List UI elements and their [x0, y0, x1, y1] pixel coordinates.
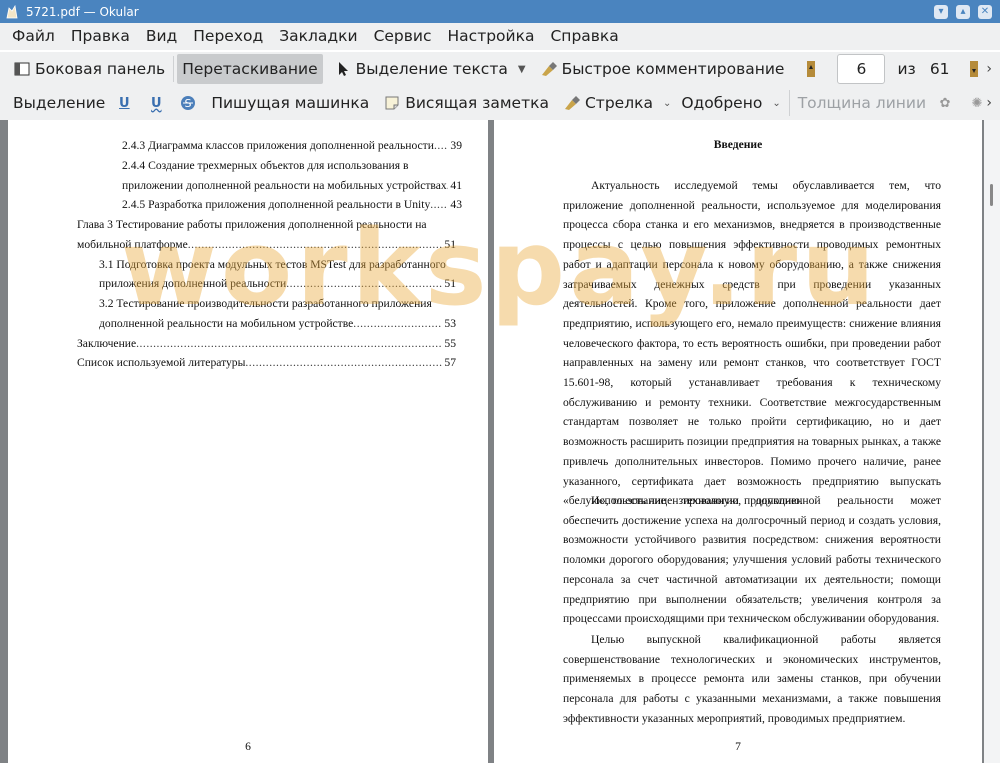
page-of-label: из — [897, 60, 916, 78]
main-toolbar: Боковая панель Перетаскивание Выделение … — [0, 52, 1000, 86]
browse-tool-label: Перетаскивание — [182, 60, 318, 78]
menu-tools[interactable]: Сервис — [366, 23, 440, 50]
chevron-down-icon[interactable]: ⌄ — [772, 98, 780, 109]
line-width-label: Толщина линии — [797, 94, 927, 112]
sidebar-label: Боковая панель — [35, 60, 166, 78]
stamp-button[interactable]: Одобрено ⌄ — [676, 88, 785, 118]
menu-help[interactable]: Справка — [542, 23, 626, 50]
menu-file[interactable]: Файл — [0, 23, 63, 50]
toc-entry[interactable]: мобильной платформе51 — [77, 238, 456, 252]
page-number-input[interactable]: 6 — [837, 54, 886, 84]
sticky-note-icon — [383, 94, 401, 112]
annotation-toolbar: Выделение U U S Пишущая машинка Висящая … — [0, 86, 1000, 120]
opacity-icon: ✺ — [971, 95, 983, 111]
toc-entry[interactable]: Заключение55 — [77, 337, 456, 351]
menu-go[interactable]: Переход — [185, 23, 271, 50]
chevron-down-icon[interactable]: ⌄ — [663, 98, 671, 109]
paragraph: Целью выпускной квалификационной работы … — [563, 633, 941, 725]
sticky-note-label: Висящая заметка — [405, 94, 549, 112]
scrollbar-thumb[interactable] — [990, 184, 993, 206]
document-view[interactable]: 2.4.3 Диаграмма классов приложения допол… — [0, 120, 1000, 763]
close-icon[interactable]: ✕ — [978, 4, 992, 19]
quick-annotation-label: Быстрое комментирование — [561, 60, 785, 78]
title-bar: 5721.pdf — Okular ▾ ▴ ✕ — [0, 0, 1000, 23]
document-page-7: Введение Актуальность исследуемой темы о… — [494, 120, 982, 763]
arrow-label: Стрелка — [584, 94, 653, 112]
stamp-label: Одобрено — [681, 94, 763, 112]
page-number: 7 — [735, 740, 741, 753]
minimize-icon[interactable]: ▾ — [934, 4, 948, 19]
menu-view[interactable]: Вид — [138, 23, 185, 50]
sidebar-icon — [13, 60, 31, 78]
squiggle-icon: U — [151, 95, 162, 111]
toc-entry[interactable]: 2.4.4 Создание трехмерных объектов для и… — [122, 159, 408, 173]
text-select-button[interactable]: Выделение текста ▼ — [329, 54, 531, 84]
window-title: 5721.pdf — Okular — [26, 4, 139, 19]
toolbar-overflow-icon[interactable]: › — [986, 95, 992, 111]
toc-entry[interactable]: приложения дополненной реальности51 — [99, 277, 456, 291]
strikeout-icon: S — [179, 94, 197, 112]
menu-edit[interactable]: Правка — [63, 23, 138, 50]
document-page-6: 2.4.3 Диаграмма классов приложения допол… — [8, 120, 488, 763]
previous-page-button[interactable] — [797, 54, 829, 84]
paragraph: Использование технологии дополненной реа… — [563, 494, 941, 626]
sidebar-button[interactable]: Боковая панель — [8, 54, 170, 84]
line-width-button[interactable]: Толщина линии — [793, 88, 931, 118]
palette-icon: ✿ — [939, 95, 951, 111]
text-select-label: Выделение текста — [355, 60, 508, 78]
toc-entry[interactable]: дополненной реальности на мобильном устр… — [99, 317, 456, 331]
color-button[interactable]: ✿ — [931, 88, 963, 118]
menu-bar: Файл Правка Вид Переход Закладки Сервис … — [0, 23, 1000, 50]
toc-entry[interactable]: приложении дополненной реальности на моб… — [122, 179, 462, 193]
selection-label: Выделение — [13, 94, 106, 112]
toolbar-separator — [788, 90, 790, 116]
highlighter-icon — [540, 60, 558, 78]
toc-entry[interactable]: 2.4.3 Диаграмма классов приложения допол… — [122, 139, 462, 153]
squiggle-button[interactable]: U — [142, 88, 174, 118]
toc-entry[interactable]: Глава 3 Тестирование работы приложения д… — [77, 218, 427, 232]
selection-button[interactable]: Выделение — [8, 88, 110, 118]
underline-button[interactable]: U — [110, 88, 142, 118]
strikeout-button[interactable]: S — [174, 88, 206, 118]
chevron-down-icon[interactable]: ▼ — [518, 64, 526, 75]
okular-app-icon — [4, 4, 20, 20]
highlighter-icon — [563, 94, 581, 112]
paragraph: Актуальность исследуемой темы обуславлив… — [563, 179, 941, 508]
previous-page-icon — [802, 60, 820, 78]
maximize-icon[interactable]: ▴ — [956, 4, 970, 19]
vertical-scrollbar[interactable] — [984, 120, 1000, 763]
toolbar-overflow-icon[interactable]: › — [986, 61, 992, 77]
quick-annotation-button[interactable]: Быстрое комментирование — [535, 54, 790, 84]
toc-entry[interactable]: Список используемой литературы57 — [77, 356, 456, 370]
section-heading: Введение — [713, 138, 763, 151]
typewriter-label: Пишущая машинка — [211, 94, 370, 112]
page-total-label: 61 — [929, 60, 950, 78]
toc-entry[interactable]: 2.4.5 Разработка приложения дополненной … — [122, 198, 462, 212]
cursor-icon — [334, 60, 352, 78]
toolbar-separator — [173, 56, 175, 82]
next-page-icon — [965, 60, 983, 78]
arrow-button[interactable]: Стрелка ⌄ — [558, 88, 676, 118]
menu-settings[interactable]: Настройка — [440, 23, 543, 50]
toc-entry[interactable]: 3.1 Подготовка проекта модульных тестов … — [99, 258, 446, 272]
menu-bookmarks[interactable]: Закладки — [271, 23, 365, 50]
page-number: 6 — [245, 740, 251, 753]
typewriter-button[interactable]: Пишущая машинка — [206, 88, 374, 118]
sticky-note-button[interactable]: Висящая заметка — [378, 88, 554, 118]
underline-icon: U — [119, 95, 130, 111]
toc-entry[interactable]: 3.2 Тестирование производительности разр… — [99, 297, 432, 311]
browse-tool-button[interactable]: Перетаскивание — [177, 54, 323, 84]
